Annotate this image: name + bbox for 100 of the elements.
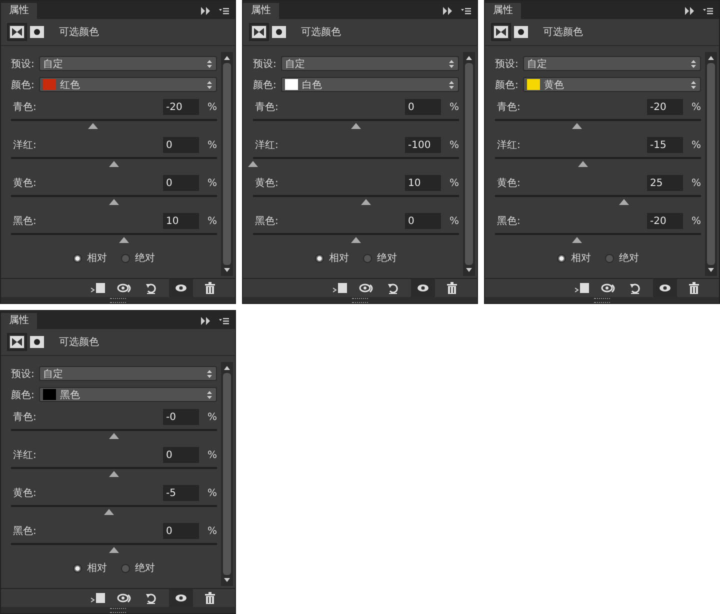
- radio-option[interactable]: 相对: [73, 251, 107, 265]
- slider-thumb[interactable]: [109, 161, 119, 167]
- scroll-thumb[interactable]: [223, 63, 231, 265]
- view-previous-icon[interactable]: [117, 592, 133, 604]
- slider-thumb[interactable]: [572, 123, 582, 129]
- scroll-down-icon[interactable]: [708, 268, 714, 272]
- colors-dropdown[interactable]: 黑色: [39, 387, 217, 402]
- colors-dropdown[interactable]: 白色: [281, 77, 459, 92]
- view-previous-icon[interactable]: [359, 282, 375, 294]
- trash-icon[interactable]: [205, 592, 215, 604]
- collapse-icon[interactable]: [685, 7, 695, 15]
- radio-option[interactable]: 相对: [73, 561, 107, 575]
- adjustment-icon[interactable]: [9, 335, 25, 349]
- scrollbar[interactable]: [221, 362, 233, 586]
- visibility-toggle[interactable]: [169, 279, 193, 297]
- trash-icon[interactable]: [447, 282, 457, 294]
- clip-to-layer-icon[interactable]: [91, 592, 105, 604]
- resize-grip[interactable]: [594, 298, 610, 303]
- adjustment-icon[interactable]: [9, 25, 25, 39]
- slider-thumb[interactable]: [351, 123, 361, 129]
- value-field[interactable]: 25: [647, 175, 683, 191]
- panel-tab[interactable]: 属性: [1, 313, 37, 329]
- scroll-down-icon[interactable]: [466, 268, 472, 272]
- slider-thumb[interactable]: [572, 237, 582, 243]
- adjustment-icon[interactable]: [493, 25, 509, 39]
- scroll-down-icon[interactable]: [224, 578, 230, 582]
- value-field[interactable]: -20: [163, 99, 199, 115]
- scroll-up-icon[interactable]: [224, 366, 230, 370]
- adjustment-icon[interactable]: [251, 25, 267, 39]
- mask-icon[interactable]: [29, 25, 45, 39]
- value-field[interactable]: 0: [163, 447, 199, 463]
- value-field[interactable]: 10: [405, 175, 441, 191]
- value-field[interactable]: 10: [163, 213, 199, 229]
- slider-thumb[interactable]: [351, 237, 361, 243]
- visibility-toggle[interactable]: [653, 279, 677, 297]
- reset-icon[interactable]: [145, 282, 157, 294]
- scroll-down-icon[interactable]: [224, 268, 230, 272]
- view-previous-icon[interactable]: [601, 282, 617, 294]
- panel-tab[interactable]: 属性: [1, 3, 37, 19]
- reset-icon[interactable]: [629, 282, 641, 294]
- scroll-up-icon[interactable]: [224, 56, 230, 60]
- clip-to-layer-icon[interactable]: [91, 282, 105, 294]
- resize-grip[interactable]: [352, 298, 368, 303]
- value-field[interactable]: 0: [163, 175, 199, 191]
- slider-thumb[interactable]: [361, 199, 372, 205]
- radio-option[interactable]: 相对: [557, 251, 591, 265]
- reset-icon[interactable]: [145, 592, 157, 604]
- collapse-icon[interactable]: [201, 317, 211, 325]
- slider-thumb[interactable]: [88, 123, 98, 129]
- menu-icon[interactable]: [703, 7, 713, 15]
- panel-tab[interactable]: 属性: [243, 3, 279, 19]
- preset-dropdown[interactable]: 自定: [523, 56, 701, 71]
- visibility-toggle[interactable]: [411, 279, 435, 297]
- scroll-thumb[interactable]: [223, 373, 231, 575]
- radio-option[interactable]: 绝对: [121, 251, 155, 265]
- radio-option[interactable]: 绝对: [121, 561, 155, 575]
- scroll-up-icon[interactable]: [708, 56, 714, 60]
- reset-icon[interactable]: [387, 282, 399, 294]
- value-field[interactable]: -5: [163, 485, 199, 501]
- value-field[interactable]: -20: [647, 99, 683, 115]
- colors-dropdown[interactable]: 红色: [39, 77, 217, 92]
- value-field[interactable]: -20: [647, 213, 683, 229]
- scrollbar[interactable]: [705, 52, 717, 276]
- slider-thumb[interactable]: [109, 547, 119, 553]
- value-field[interactable]: 0: [163, 137, 199, 153]
- trash-icon[interactable]: [689, 282, 699, 294]
- scrollbar[interactable]: [221, 52, 233, 276]
- menu-icon[interactable]: [219, 317, 229, 325]
- slider-thumb[interactable]: [119, 237, 130, 243]
- menu-icon[interactable]: [219, 7, 229, 15]
- collapse-icon[interactable]: [443, 7, 453, 15]
- colors-dropdown[interactable]: 黄色: [523, 77, 701, 92]
- scroll-thumb[interactable]: [707, 63, 715, 265]
- collapse-icon[interactable]: [201, 7, 211, 15]
- menu-icon[interactable]: [461, 7, 471, 15]
- view-previous-icon[interactable]: [117, 282, 133, 294]
- preset-dropdown[interactable]: 自定: [281, 56, 459, 71]
- clip-to-layer-icon[interactable]: [333, 282, 347, 294]
- value-field[interactable]: 0: [163, 523, 199, 539]
- scroll-up-icon[interactable]: [466, 56, 472, 60]
- mask-icon[interactable]: [513, 25, 529, 39]
- resize-grip[interactable]: [110, 298, 126, 303]
- slider-thumb[interactable]: [248, 161, 258, 167]
- radio-option[interactable]: 绝对: [363, 251, 397, 265]
- clip-to-layer-icon[interactable]: [575, 282, 589, 294]
- mask-icon[interactable]: [271, 25, 287, 39]
- value-field[interactable]: -0: [163, 409, 199, 425]
- radio-option[interactable]: 绝对: [605, 251, 639, 265]
- slider-thumb[interactable]: [109, 433, 119, 439]
- radio-option[interactable]: 相对: [315, 251, 349, 265]
- value-field[interactable]: 0: [405, 213, 441, 229]
- slider-thumb[interactable]: [109, 199, 119, 205]
- slider-thumb[interactable]: [578, 161, 588, 167]
- preset-dropdown[interactable]: 自定: [39, 56, 217, 71]
- value-field[interactable]: -100: [405, 137, 441, 153]
- slider-thumb[interactable]: [618, 199, 629, 205]
- scrollbar[interactable]: [463, 52, 475, 276]
- slider-thumb[interactable]: [104, 509, 114, 515]
- value-field[interactable]: 0: [405, 99, 441, 115]
- scroll-thumb[interactable]: [465, 63, 473, 265]
